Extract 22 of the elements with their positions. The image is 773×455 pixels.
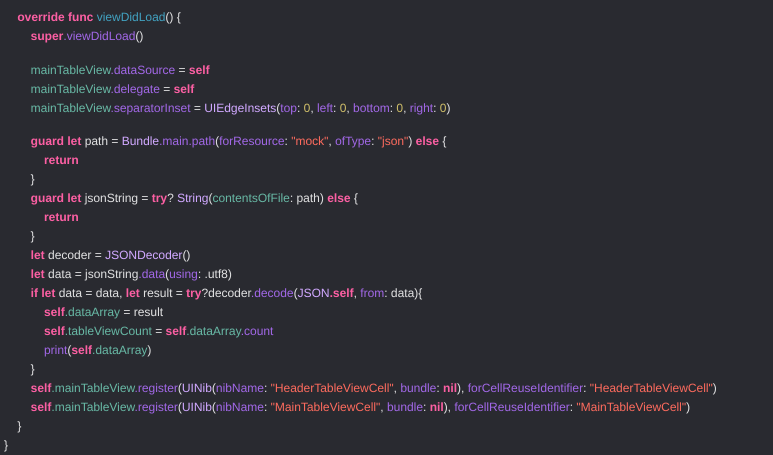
code-line: self.mainTableView.register(UINib(nibName: "HeaderTableViewCell", bundle: nil), forCellReuseIdentifier: "HeaderTableViewCell") [30,380,717,397]
code-line: override func viewDidLoad() { [16,9,181,26]
code-line: print(self.dataArray) [43,342,152,359]
code-line: } [30,228,35,245]
code-line: self.dataArray = result [43,304,164,321]
code-line: let data = jsonString.data(using: .utf8) [30,266,232,283]
code-line: } [30,361,35,378]
code-line: } [30,171,35,188]
code-line: super.viewDidLoad() [30,28,144,45]
code-line: let decoder = JSONDecoder() [30,247,190,264]
code-line: self.mainTableView.register(UINib(nibName: "MainTableViewCell", bundle: nil), forCellReuseIdentifier: "MainTableViewCell") [30,399,690,416]
code-line: } [16,418,22,435]
code-line: guard let jsonString = try? String(contentsOfFile: path) else { [30,190,358,207]
code-line: } [4,437,8,454]
code-line: if let data = data, let result = try?decoder.decode(JSON.self, from: data){ [30,285,422,302]
code-line: self.tableViewCount = self.dataArray.count [43,323,274,340]
code-line: return [43,152,79,169]
code-line: return [43,209,79,226]
code-line: mainTableView.separatorInset = UIEdgeInsets(top: 0, left: 0, bottom: 0, right: 0) [30,100,450,116]
code-line: guard let path = Bundle.main.path(forResource: "mock", ofType: "json") else { [30,133,446,150]
code-line: mainTableView.delegate = self [30,80,194,98]
code-line: mainTableView.dataSource = self [30,62,210,78]
